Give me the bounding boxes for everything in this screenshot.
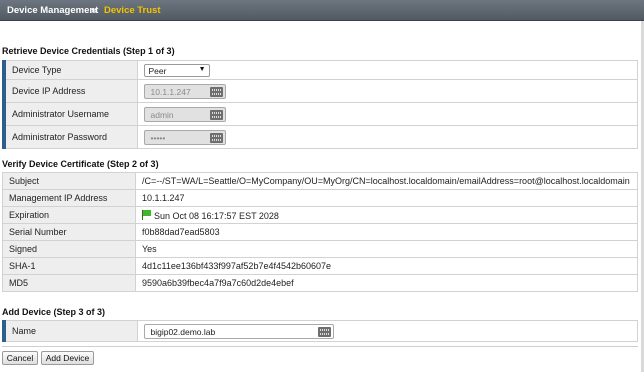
footer-divider — [2, 346, 638, 347]
add-device-table: Name bigip02.demo.lab — [2, 320, 638, 342]
table-row: Signed Yes — [2, 240, 638, 258]
serial-number-label: Serial Number — [2, 223, 136, 241]
signed-value: Yes — [135, 240, 638, 258]
table-row: SHA-1 4d1c11ee136bf433f997af52b7e4f4542b… — [2, 257, 638, 275]
device-type-label: Device Type — [2, 60, 138, 80]
credentials-table: Device Type Peer ▼ Device IP Address 10.… — [2, 60, 638, 149]
name-field[interactable]: bigip02.demo.lab — [143, 323, 334, 339]
admin-password-cell: ••••• — [136, 125, 638, 149]
sha1-label: SHA-1 — [2, 257, 136, 275]
signed-label: Signed — [2, 240, 136, 258]
admin-password-field[interactable]: ••••• — [143, 129, 226, 145]
keyboard-icon[interactable] — [209, 132, 223, 143]
expiration-cell: Sun Oct 08 16:17:57 EST 2028 — [135, 206, 638, 224]
device-ip-label: Device IP Address — [2, 79, 138, 103]
admin-username-label: Administrator Username — [2, 102, 138, 126]
step1-title: Retrieve Device Credentials (Step 1 of 3… — [2, 46, 175, 56]
breadcrumb-device-trust: Device Trust — [104, 5, 161, 16]
device-type-select[interactable]: Peer ▼ — [143, 63, 210, 77]
serial-number-value: f0b88dad7ead5803 — [135, 223, 638, 241]
device-type-cell: Peer ▼ — [136, 60, 638, 80]
cancel-button[interactable]: Cancel — [2, 351, 38, 365]
admin-username-field[interactable]: admin — [143, 106, 226, 122]
device-type-value: Peer — [148, 65, 167, 76]
device-ip-value: 10.1.1.247 — [150, 86, 191, 97]
device-ip-field[interactable]: 10.1.1.247 — [143, 83, 226, 99]
subject-value: /C=--/ST=WA/L=Seattle/O=MyCompany/OU=MyO… — [135, 172, 638, 190]
name-value: bigip02.demo.lab — [150, 326, 216, 337]
table-row: Serial Number f0b88dad7ead5803 — [2, 223, 638, 241]
title-bar: Device Management ›› Device Trust — [0, 0, 644, 21]
chevron-down-icon: ▼ — [198, 65, 206, 73]
keyboard-icon[interactable] — [209, 86, 223, 97]
md5-label: MD5 — [2, 274, 136, 292]
device-ip-cell: 10.1.1.247 — [136, 79, 638, 103]
table-row: Subject /C=--/ST=WA/L=Seattle/O=MyCompan… — [2, 172, 638, 190]
keyboard-icon[interactable] — [209, 109, 223, 120]
sha1-value: 4d1c11ee136bf433f997af52b7e4f4542b60607e — [135, 257, 638, 275]
expiration-value: Sun Oct 08 16:17:57 EST 2028 — [154, 210, 279, 221]
admin-password-label: Administrator Password — [2, 125, 138, 149]
management-ip-label: Management IP Address — [2, 189, 136, 207]
admin-username-cell: admin — [136, 102, 638, 126]
admin-username-value: admin — [150, 109, 174, 120]
table-row: Expiration Sun Oct 08 16:17:57 EST 2028 — [2, 206, 638, 224]
name-cell: bigip02.demo.lab — [136, 320, 638, 342]
step3-title: Add Device (Step 3 of 3) — [2, 307, 106, 317]
add-device-button[interactable]: Add Device — [41, 351, 94, 365]
admin-password-value: ••••• — [150, 132, 166, 143]
subject-label: Subject — [2, 172, 136, 190]
step2-title: Verify Device Certificate (Step 2 of 3) — [2, 159, 159, 169]
keyboard-icon[interactable] — [317, 326, 331, 337]
breadcrumb-separator: ›› — [91, 5, 98, 16]
expiration-label: Expiration — [2, 206, 136, 224]
green-flag-icon — [142, 209, 151, 220]
md5-value: 9590a6b39fbec4a7f9a7c60d2de4ebef — [135, 274, 638, 292]
management-ip-value: 10.1.1.247 — [135, 189, 638, 207]
certificate-table: Subject /C=--/ST=WA/L=Seattle/O=MyCompan… — [2, 172, 638, 292]
table-row: Management IP Address 10.1.1.247 — [2, 189, 638, 207]
breadcrumb-device-management[interactable]: Device Management — [7, 5, 98, 16]
name-label: Name — [2, 320, 138, 342]
table-row: MD5 9590a6b39fbec4a7f9a7c60d2de4ebef — [2, 274, 638, 292]
